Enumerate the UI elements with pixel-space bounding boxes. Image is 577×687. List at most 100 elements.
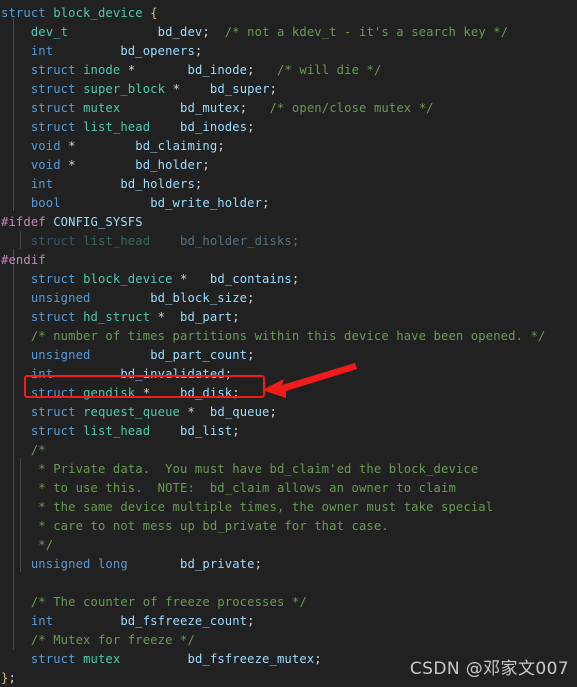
- code-token-id: bd_part: [180, 310, 233, 324]
- code-token-punc: [53, 365, 120, 384]
- code-line[interactable]: unsigned long bd_private;: [0, 555, 577, 574]
- code-line[interactable]: [0, 574, 577, 593]
- code-token-kw: unsigned: [30, 348, 91, 362]
- code-token-id: bd_contains: [209, 272, 292, 286]
- code-line[interactable]: int bd_invalidated;: [0, 365, 577, 384]
- code-token-cmt: * the same device multiple times, the ow…: [30, 500, 494, 514]
- code-token-kw: struct: [30, 405, 76, 419]
- code-token-kw: void: [30, 139, 61, 153]
- code-token-punc: ;: [232, 386, 240, 400]
- code-line[interactable]: #ifdef CONFIG_SYSFS: [0, 213, 577, 232]
- code-token-punc: [1, 612, 31, 631]
- code-line[interactable]: struct block_device * bd_contains;: [0, 270, 577, 289]
- code-token-kw: int: [30, 44, 54, 58]
- code-token-punc: [53, 612, 120, 631]
- code-token-punc: [76, 118, 83, 137]
- code-line[interactable]: dev_t bd_dev; /* not a kdev_t - it's a s…: [0, 23, 577, 42]
- code-body[interactable]: struct block_device { dev_t bd_dev; /* n…: [0, 0, 577, 687]
- code-line[interactable]: * care to not mess up bd_private for tha…: [0, 517, 577, 536]
- code-token-kw: struct: [1, 6, 46, 20]
- code-token-punc: ;: [247, 120, 255, 134]
- code-token-punc: [195, 403, 210, 422]
- code-token-kw: struct: [30, 272, 76, 286]
- code-line[interactable]: struct hd_struct * bd_part;: [0, 308, 577, 327]
- code-token-punc: [150, 422, 180, 441]
- code-token-ppid: CONFIG_SYSFS: [53, 215, 143, 229]
- code-line-highlighted[interactable]: struct gendisk * bd_disk;: [0, 384, 577, 403]
- code-line[interactable]: unsigned bd_block_size;: [0, 289, 577, 308]
- code-token-id: bd_holder_disks: [180, 234, 292, 248]
- code-token-punc: [187, 270, 209, 289]
- code-token-punc: [76, 650, 83, 669]
- code-token-id: bd_claiming: [135, 139, 218, 153]
- csdn-watermark: CSDN @邓家文007: [409, 659, 569, 679]
- code-line[interactable]: int bd_openers;: [0, 42, 577, 61]
- code-line[interactable]: * Private data. You must have bd_claim'e…: [0, 460, 577, 479]
- code-line[interactable]: /* number of times partitions within thi…: [0, 327, 577, 346]
- code-token-cmt: * Private data. You must have bd_claim'e…: [30, 462, 479, 476]
- code-line[interactable]: struct mutex bd_mutex; /* open/close mut…: [0, 99, 577, 118]
- code-token-id: bd_holders: [120, 177, 195, 191]
- code-token-id: bd_dev: [157, 25, 203, 39]
- code-token-punc: [46, 213, 53, 232]
- code-line[interactable]: * the same device multiple times, the ow…: [0, 498, 577, 517]
- code-token-kw: struct: [30, 63, 76, 77]
- code-token-punc: [210, 23, 225, 42]
- code-line[interactable]: int bd_fsfreeze_count;: [0, 612, 577, 631]
- code-line[interactable]: struct request_queue * bd_queue;: [0, 403, 577, 422]
- code-line[interactable]: bool bd_write_holder;: [0, 194, 577, 213]
- code-token-kw: unsigned: [30, 291, 91, 305]
- code-line[interactable]: struct list_head bd_holder_disks;: [0, 232, 577, 251]
- code-token-cmt: * care to not mess up bd_private for tha…: [30, 519, 389, 533]
- code-line[interactable]: * to use this. NOTE: bd_claim allows an …: [0, 479, 577, 498]
- code-token-kw: struct: [30, 234, 76, 248]
- code-line[interactable]: unsigned bd_part_count;: [0, 346, 577, 365]
- code-token-id: bd_write_holder: [150, 196, 263, 210]
- code-token-punc: [76, 156, 136, 175]
- code-token-id: bd_inode: [187, 63, 248, 77]
- code-token-kw: struct: [30, 120, 76, 134]
- code-line[interactable]: int bd_holders;: [0, 175, 577, 194]
- code-line[interactable]: void * bd_holder;: [0, 156, 577, 175]
- code-line[interactable]: struct inode * bd_inode; /* will die */: [0, 61, 577, 80]
- code-line[interactable]: void * bd_claiming;: [0, 137, 577, 156]
- code-line[interactable]: struct super_block * bd_super;: [0, 80, 577, 99]
- code-token-punc: ;: [269, 82, 278, 96]
- code-token-id: bd_mutex: [180, 101, 240, 115]
- code-token-punc: [1, 308, 31, 327]
- code-token-punc: [1, 517, 31, 536]
- code-token-punc: [91, 289, 151, 308]
- code-token-punc: [135, 61, 187, 80]
- code-line[interactable]: struct block_device {: [0, 4, 577, 23]
- code-token-type: list_head: [83, 424, 151, 438]
- code-token-kw: struct: [30, 386, 76, 400]
- code-token-id: bd_super: [209, 82, 270, 96]
- code-token-punc: [150, 118, 180, 137]
- code-token-punc: [255, 61, 277, 80]
- code-token-cmt: */: [30, 538, 54, 552]
- code-line[interactable]: */: [0, 536, 577, 555]
- code-token-id: bd_queue: [209, 405, 270, 419]
- code-token-type: mutex: [83, 101, 121, 115]
- code-token-punc: [1, 175, 31, 194]
- code-token-punc: [165, 308, 180, 327]
- code-line[interactable]: /* Mutex for freeze */: [0, 631, 577, 650]
- code-line[interactable]: struct list_head bd_inodes;: [0, 118, 577, 137]
- code-token-type: dev_t: [30, 25, 69, 39]
- code-token-punc: [1, 137, 31, 156]
- code-token-punc: ;: [239, 101, 248, 115]
- code-token-cmt: /* Mutex for freeze */: [30, 633, 195, 647]
- code-token-punc: [76, 270, 83, 289]
- code-token-punc: [1, 536, 31, 555]
- code-line[interactable]: struct list_head bd_list;: [0, 422, 577, 441]
- code-token-kw: struct: [30, 652, 76, 666]
- code-token-punc: *: [60, 158, 76, 172]
- code-line[interactable]: /*: [0, 441, 577, 460]
- code-line[interactable]: #endif: [0, 251, 577, 270]
- code-token-punc: [1, 61, 31, 80]
- code-token-type: mutex: [83, 652, 121, 666]
- code-token-kw: unsigned long: [30, 557, 128, 571]
- code-token-type: list_head: [83, 234, 151, 248]
- code-line[interactable]: /* The counter of freeze processes */: [0, 593, 577, 612]
- code-token-pp: #endif: [1, 253, 46, 267]
